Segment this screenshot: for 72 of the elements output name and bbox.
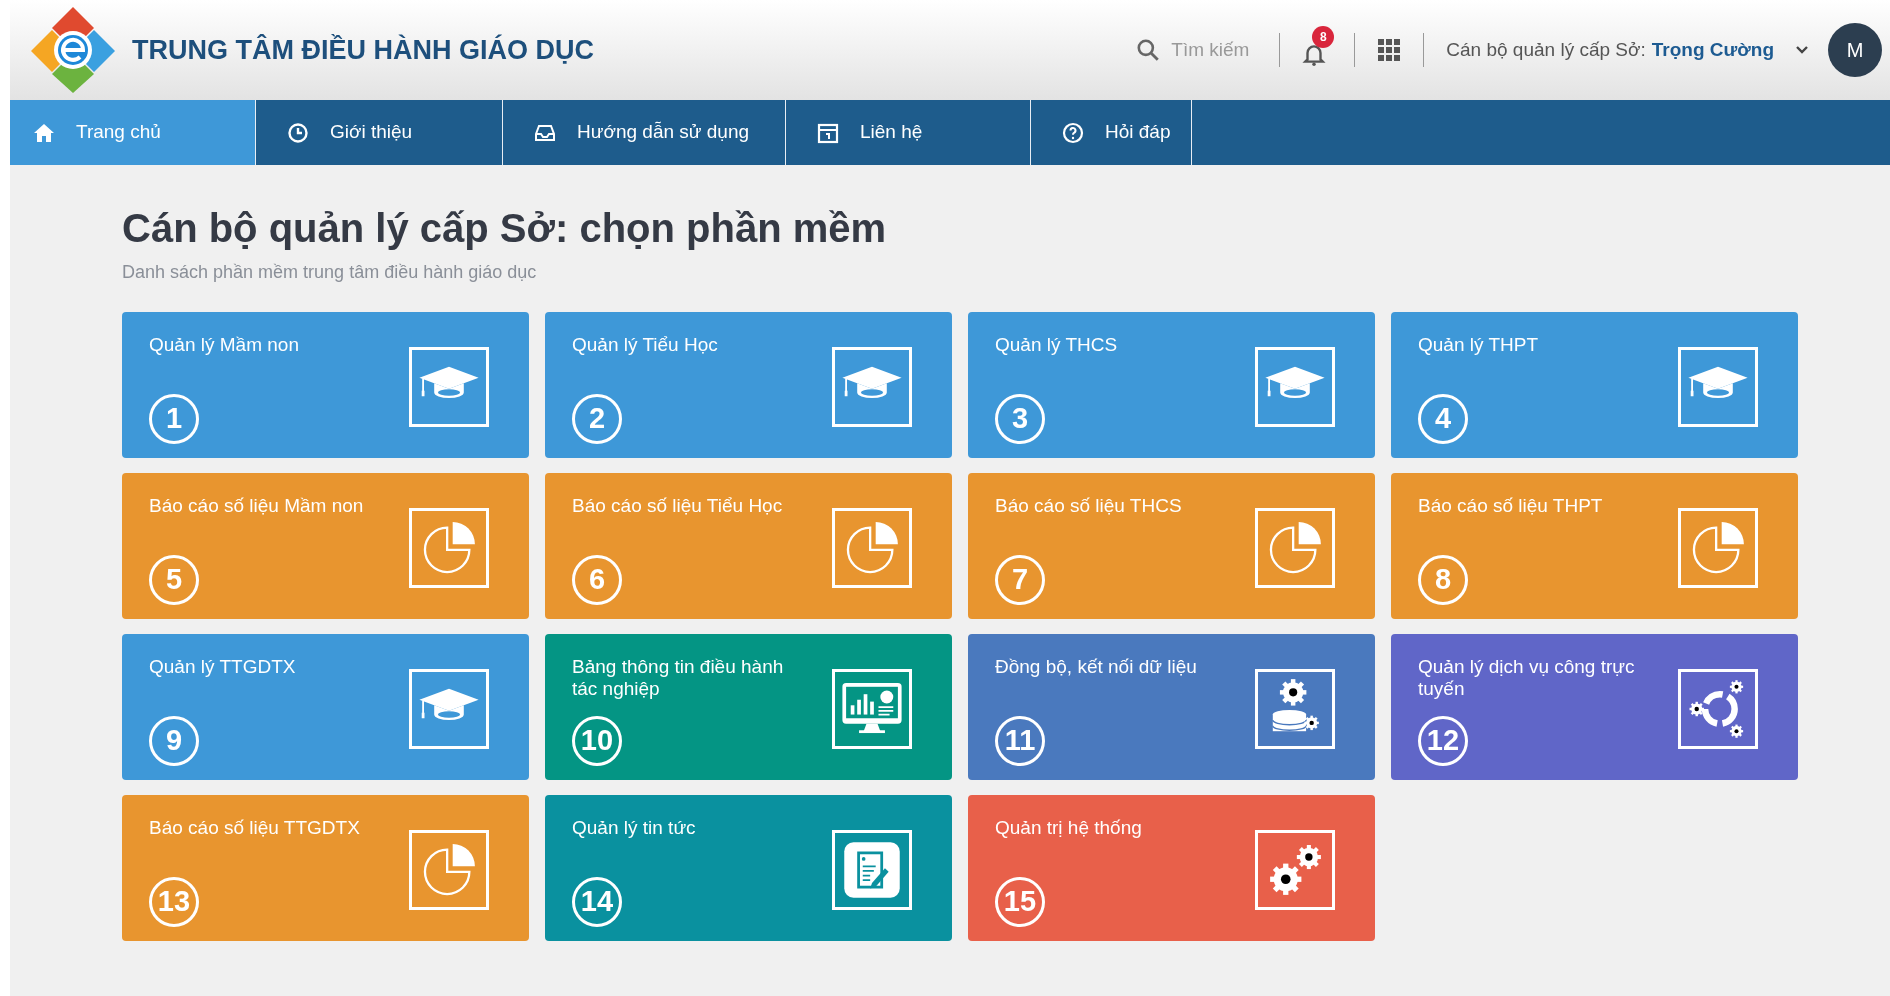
document-edit-icon [844, 842, 900, 898]
tile-title: Báo cáo số liệu THCS [995, 495, 1183, 517]
app-tile[interactable]: Đồng bộ, kết nối dữ liệu 11 [968, 634, 1375, 780]
user-role: Cán bộ quản lý cấp Sở: [1446, 37, 1646, 62]
tile-title: Quản lý dịch vụ công trực tuyến [1418, 656, 1636, 700]
app-tile[interactable]: Báo cáo số liệu TTGDTX 13 [122, 795, 529, 941]
graduation-cap-icon [419, 688, 479, 721]
tile-number: 6 [572, 555, 622, 605]
tile-number: 11 [995, 716, 1045, 766]
tile-number: 15 [995, 877, 1045, 927]
app-tile[interactable]: Quản lý Mầm non 1 [122, 312, 529, 458]
app-tile[interactable]: Quản lý Tiểu Học 2 [545, 312, 952, 458]
pie-chart-icon [1692, 522, 1744, 574]
app-tile[interactable]: Quản lý TTGDTX 9 [122, 634, 529, 780]
graduation-cap-icon [419, 366, 479, 399]
pie-chart-icon [846, 522, 898, 574]
tile-number: 5 [149, 555, 199, 605]
user-avatar[interactable]: M [1828, 23, 1882, 77]
tile-title: Quản lý THPT [1418, 334, 1540, 356]
app-tile[interactable]: Quản trị hệ thống 15 [968, 795, 1375, 941]
page-title: Cán bộ quản lý cấp Sở: chọn phần mềm [122, 205, 888, 252]
tile-number: 8 [1418, 555, 1468, 605]
app-tile[interactable]: Quản lý THCS 3 [968, 312, 1375, 458]
tile-title: Bảng thông tin điều hành tác nghiệp [572, 656, 785, 700]
tile-title: Quản lý TTGDTX [149, 656, 297, 678]
tile-title: Quản lý Tiểu Học [572, 334, 719, 356]
tile-title: Quản lý THCS [995, 334, 1119, 356]
tile-title: Quản lý tin tức [572, 817, 697, 839]
user-name[interactable]: Trọng Cường [1651, 35, 1774, 65]
tile-title: Đồng bộ, kết nối dữ liệu [995, 656, 1198, 678]
tile-number: 13 [149, 877, 199, 927]
gears-icon [1270, 845, 1321, 895]
tile-number: 7 [995, 555, 1045, 605]
site-title: TRUNG TÂM ĐIỀU HÀNH GIÁO DỤC [132, 33, 594, 67]
page-subtitle: Danh sách phần mềm trung tâm điều hành giáo dục [122, 261, 538, 284]
tile-title: Báo cáo số liệu Mầm non [149, 495, 365, 517]
pie-chart-icon [423, 522, 475, 574]
app-tile[interactable]: Báo cáo số liệu Tiểu Học 6 [545, 473, 952, 619]
tile-number: 14 [572, 877, 622, 927]
app-tile[interactable]: Báo cáo số liệu THCS 7 [968, 473, 1375, 619]
tile-number: 4 [1418, 394, 1468, 444]
nav-tab[interactable]: Trang chủ [10, 100, 256, 165]
tile-title: Báo cáo số liệu THPT [1418, 495, 1604, 517]
tile-number: 3 [995, 394, 1045, 444]
app-tile[interactable]: Quản lý dịch vụ công trực tuyến 12 [1391, 634, 1798, 780]
gear-database-icon [1272, 679, 1319, 732]
tile-title: Quản trị hệ thống [995, 817, 1143, 839]
notification-badge: 8 [1312, 26, 1335, 48]
app-tile[interactable]: Quản lý THPT 4 [1391, 312, 1798, 458]
apps-grid-icon[interactable] [1377, 38, 1402, 62]
tile-number: 10 [572, 716, 622, 766]
app-tile[interactable]: Báo cáo số liệu THPT 8 [1391, 473, 1798, 619]
pie-chart-icon [1269, 522, 1321, 574]
tile-number: 12 [1418, 716, 1468, 766]
tile-title: Báo cáo số liệu TTGDTX [149, 817, 361, 839]
monitor-chart-icon [842, 683, 902, 734]
clock-icon [286, 120, 310, 145]
graduation-cap-icon [842, 366, 902, 399]
tile-number: 2 [572, 394, 622, 444]
tile-number: 9 [149, 716, 199, 766]
gears-cycle-icon [1689, 680, 1744, 738]
graduation-cap-icon [1688, 366, 1748, 399]
app-tile[interactable]: Quản lý tin tức 14 [545, 795, 952, 941]
tile-title: Báo cáo số liệu Tiểu Học [572, 495, 784, 517]
app-tile[interactable]: Bảng thông tin điều hành tác nghiệp 10 [545, 634, 952, 780]
pie-chart-icon [423, 844, 475, 896]
graduation-cap-icon [1265, 366, 1325, 399]
tile-title: Quản lý Mầm non [149, 334, 300, 356]
help-circle-icon [1061, 120, 1085, 145]
search-field[interactable]: Tìm kiếm [1171, 35, 1262, 65]
app-tile[interactable]: Báo cáo số liệu Mầm non 5 [122, 473, 529, 619]
tile-number: 1 [149, 394, 199, 444]
